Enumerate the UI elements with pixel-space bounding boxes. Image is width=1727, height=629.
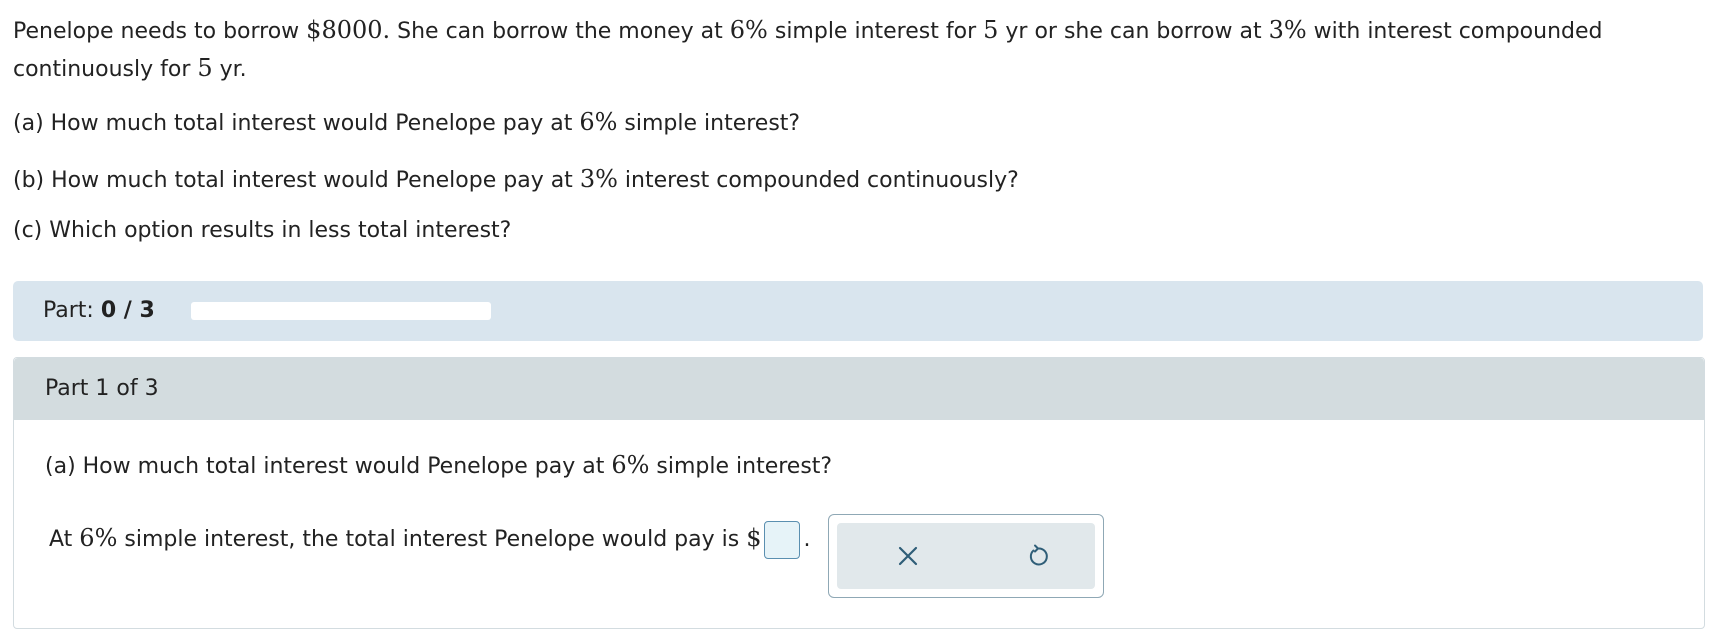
question-text: (a) How much total interest would Penelo… (45, 454, 612, 479)
problem-text: Penelope needs to borrow (13, 19, 307, 44)
clear-button[interactable] (889, 537, 927, 575)
answer-text: simple interest, the total interest Pene… (117, 527, 747, 552)
progress-label: Part: 0 / 3 (43, 295, 155, 327)
currency-symbol: $ (746, 524, 762, 552)
answer-rate: 6% (79, 524, 118, 552)
question-text: simple interest? (617, 111, 801, 136)
simple-rate: 6% (729, 16, 768, 44)
part-header: Part 1 of 3 (14, 358, 1704, 420)
question-text: (c) Which option results in less total i… (13, 218, 512, 243)
answer-line: At 6% simple interest, the total interes… (49, 521, 811, 559)
answer-period: . (803, 527, 811, 552)
problem-statement: Penelope needs to borrow $8000. She can … (13, 12, 1703, 88)
answer-text: At (49, 527, 80, 552)
question-rate: 3% (579, 165, 618, 193)
question-text: interest compounded continuously? (617, 168, 1019, 193)
question-text: (a) How much total interest would Penelo… (13, 111, 580, 136)
loan-amount: $8000. (306, 16, 391, 44)
progress-panel: Part: 0 / 3 (13, 281, 1703, 341)
question-rate: 6% (611, 451, 650, 479)
problem-text: simple interest for (767, 19, 984, 44)
problem-text: yr or she can borrow at (998, 19, 1269, 44)
loan-years: 5 (983, 16, 999, 44)
compound-rate: 3% (1268, 16, 1307, 44)
answer-tools-panel (837, 523, 1095, 589)
part-question: (a) How much total interest would Penelo… (45, 450, 832, 482)
undo-button[interactable] (1019, 537, 1057, 575)
problem-text: She can borrow the money at (390, 19, 730, 44)
question-a: (a) How much total interest would Penelo… (13, 107, 800, 139)
loan-years: 5 (197, 54, 213, 82)
undo-icon (1029, 544, 1048, 566)
close-icon (898, 546, 918, 566)
answer-input[interactable] (763, 521, 800, 559)
progress-value: 0 / 3 (100, 298, 155, 323)
question-c: (c) Which option results in less total i… (13, 216, 511, 246)
answer-tools (828, 514, 1104, 598)
question-text: (b) How much total interest would Penelo… (13, 168, 580, 193)
problem-text: yr. (212, 57, 247, 82)
question-b: (b) How much total interest would Penelo… (13, 164, 1019, 196)
question-rate: 6% (579, 108, 618, 136)
progress-label-text: Part: (43, 298, 101, 323)
part-title: Part 1 of 3 (45, 376, 159, 401)
question-text: simple interest? (649, 454, 833, 479)
progress-track (191, 302, 491, 320)
